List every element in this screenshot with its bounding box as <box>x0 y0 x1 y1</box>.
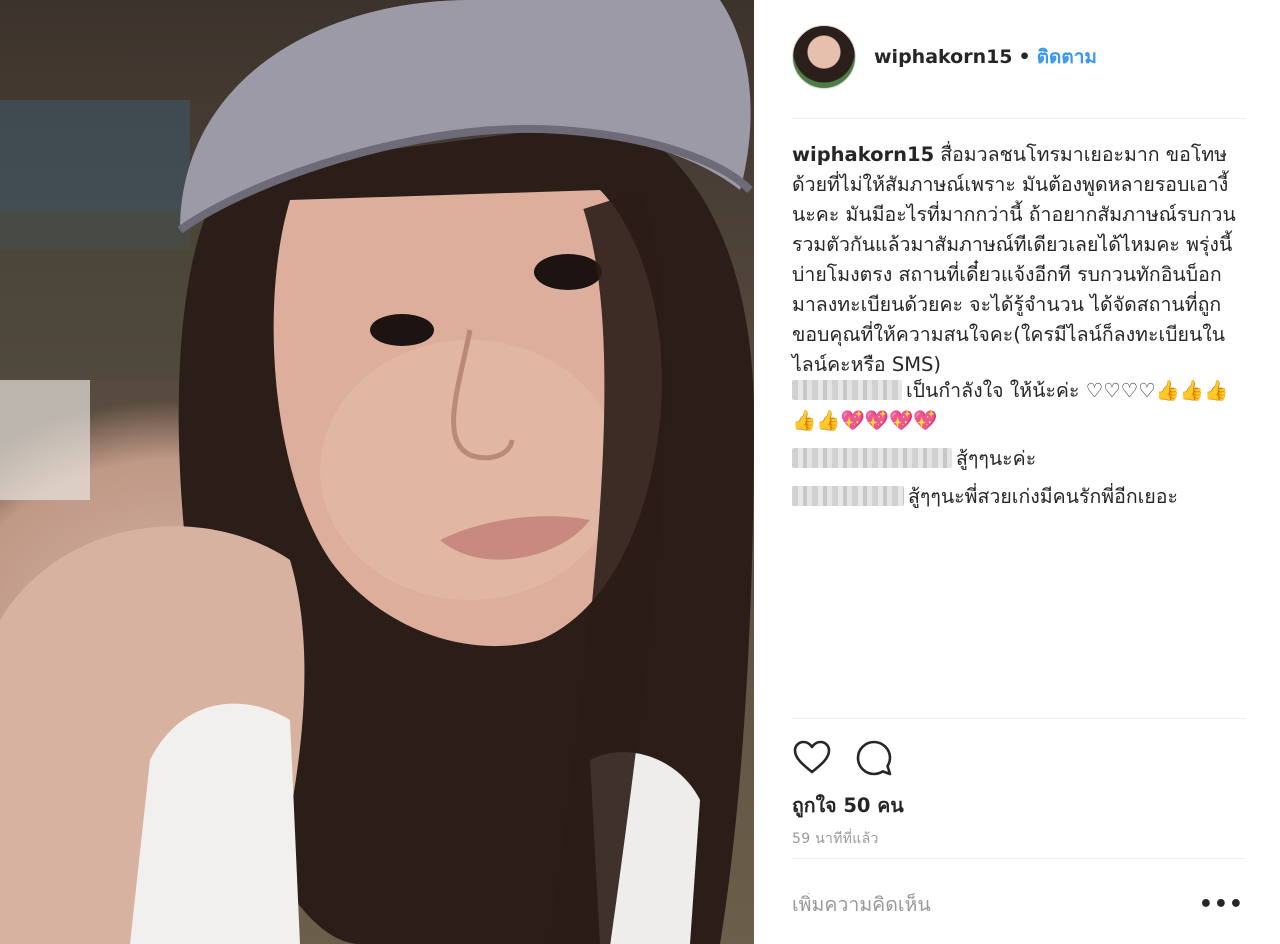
post-caption: wiphakorn15 สื่อมวลชนโทรมาเยอะมาก ขอโทษด้… <box>792 140 1244 380</box>
post-photo[interactable] <box>0 0 754 944</box>
comments-list: เป็นกำลังใจ ให้น้ะค่ะ ♡♡♡♡👍👍👍👍👍💖💖💖💖 สู้ๆ… <box>792 376 1244 520</box>
blurred-username[interactable] <box>792 380 902 400</box>
comment-text: สู้ๆๆนะพี่สวยเก่งมีคนรักพี่อีกเยอะ <box>908 485 1178 508</box>
add-comment-input[interactable] <box>792 892 1192 916</box>
post-actions <box>792 738 894 778</box>
comment-box-divider <box>792 858 1246 859</box>
avatar[interactable] <box>792 25 856 89</box>
actions-divider <box>792 718 1246 719</box>
likes-count[interactable]: ถูกใจ 50 คน <box>792 790 904 821</box>
post-timestamp[interactable]: 59 นาทีที่แล้ว <box>792 828 879 850</box>
comment-text: สู้ๆๆนะค่ะ <box>956 447 1037 470</box>
instagram-post-page: wiphakorn15 • ติดตาม wiphakorn15 สื่อมวลช… <box>0 0 1280 944</box>
header-divider <box>792 118 1246 119</box>
comment-item: สู้ๆๆนะค่ะ <box>792 444 1244 474</box>
post-details-panel: wiphakorn15 • ติดตาม wiphakorn15 สื่อมวลช… <box>754 0 1280 944</box>
post-header: wiphakorn15 • ติดตาม <box>792 24 1097 90</box>
caption-text: สื่อมวลชนโทรมาเยอะมาก ขอโทษด้วยที่ไม่ให้… <box>792 143 1236 376</box>
comment-item: สู้ๆๆนะพี่สวยเก่งมีคนรักพี่อีกเยอะ <box>792 482 1244 512</box>
blurred-username[interactable] <box>792 448 952 468</box>
more-options-icon[interactable]: ••• <box>1199 892 1244 917</box>
username-link[interactable]: wiphakorn15 <box>874 46 1013 68</box>
comment-item: เป็นกำลังใจ ให้น้ะค่ะ ♡♡♡♡👍👍👍👍👍💖💖💖💖 <box>792 376 1244 436</box>
caption-author-link[interactable]: wiphakorn15 <box>792 143 934 166</box>
comment-icon[interactable] <box>854 738 894 778</box>
follow-button[interactable]: ติดตาม <box>1037 42 1097 72</box>
selfie-illustration <box>0 0 754 944</box>
blurred-username[interactable] <box>792 486 904 506</box>
heart-icon[interactable] <box>792 738 832 778</box>
add-comment-row: ••• <box>792 884 1244 924</box>
separator-dot: • <box>1018 46 1031 68</box>
